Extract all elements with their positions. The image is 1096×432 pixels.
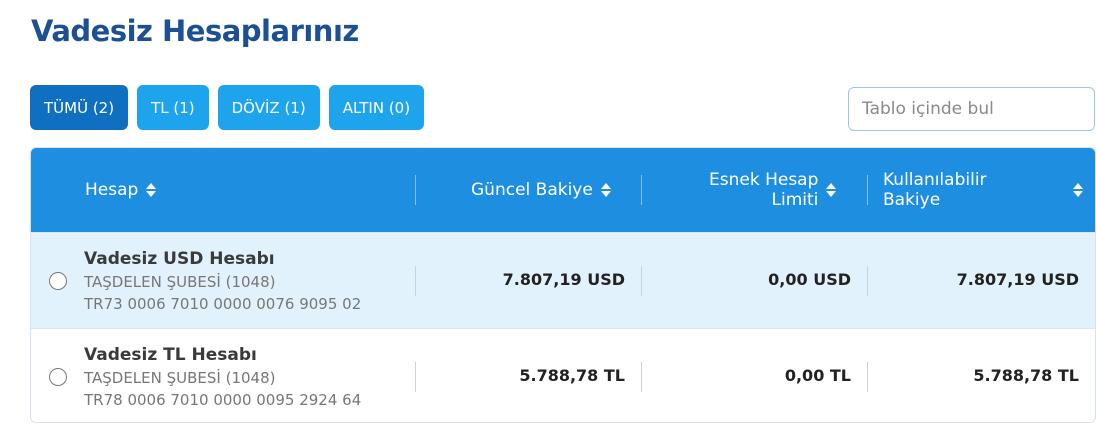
column-header-available-balance[interactable]: Kullanılabilir Bakiye xyxy=(883,148,1083,232)
table-row[interactable]: Vadesiz TL Hesabı TAŞDELEN ŞUBESİ (1048)… xyxy=(31,328,1095,422)
account-branch: TAŞDELEN ŞUBESİ (1048) xyxy=(84,273,276,291)
column-label-current-balance: Güncel Bakiye xyxy=(471,180,593,200)
cell-divider xyxy=(641,266,642,296)
filter-tabs: TÜMÜ (2) TL (1) DÖVİZ (1) ALTIN (0) xyxy=(30,85,425,130)
account-name: Vadesiz USD Hesabı xyxy=(84,249,275,269)
filter-all-button[interactable]: TÜMÜ (2) xyxy=(30,85,129,130)
column-divider xyxy=(415,175,416,205)
account-iban: TR73 0006 7010 0000 0076 9095 02 xyxy=(84,295,362,313)
sort-icon xyxy=(600,183,611,197)
sort-icon xyxy=(146,183,157,197)
table-search-input[interactable] xyxy=(849,88,1094,130)
current-balance-value: 5.788,78 TL xyxy=(519,366,625,385)
column-label-available-line2: Bakiye xyxy=(883,190,941,210)
cell-divider xyxy=(415,362,416,392)
search-icon xyxy=(1094,99,1095,119)
sort-icon xyxy=(1073,183,1083,197)
flex-limit-value: 0,00 USD xyxy=(768,270,851,289)
cell-divider xyxy=(867,362,868,392)
table-search xyxy=(848,87,1095,131)
column-header-current-balance[interactable]: Güncel Bakiye xyxy=(471,148,611,232)
current-balance-value: 7.807,19 USD xyxy=(502,270,625,289)
available-balance-value: 5.788,78 TL xyxy=(973,366,1079,385)
table-row[interactable]: Vadesiz USD Hesabı TAŞDELEN ŞUBESİ (1048… xyxy=(31,232,1095,328)
search-button[interactable] xyxy=(1094,88,1095,130)
row-select-radio[interactable] xyxy=(49,368,67,386)
cell-divider xyxy=(641,362,642,392)
filter-gold-button[interactable]: ALTIN (0) xyxy=(328,85,425,130)
column-divider xyxy=(641,175,642,205)
table-header: Hesap Güncel Bakiye Esnek Hesap Limiti K… xyxy=(31,148,1095,232)
column-header-flex-limit[interactable]: Esnek Hesap Limiti xyxy=(709,148,837,232)
flex-limit-value: 0,00 TL xyxy=(784,366,851,385)
available-balance-value: 7.807,19 USD xyxy=(956,270,1079,289)
accounts-table: Hesap Güncel Bakiye Esnek Hesap Limiti K… xyxy=(30,147,1096,423)
column-label-flex-limit-line2: Limiti xyxy=(771,190,819,210)
column-header-account[interactable]: Hesap xyxy=(85,148,157,232)
account-branch: TAŞDELEN ŞUBESİ (1048) xyxy=(84,369,276,387)
cell-divider xyxy=(415,266,416,296)
cell-divider xyxy=(867,266,868,296)
column-label-flex-limit-line1: Esnek Hesap xyxy=(709,170,819,190)
column-label-available-line1: Kullanılabilir xyxy=(883,170,987,190)
filter-tl-button[interactable]: TL (1) xyxy=(137,85,209,130)
column-label-account: Hesap xyxy=(85,180,139,200)
account-name: Vadesiz TL Hesabı xyxy=(84,345,257,365)
row-select-radio[interactable] xyxy=(49,272,67,290)
account-iban: TR78 0006 7010 0000 0095 2924 64 xyxy=(84,391,362,409)
page-title: Vadesiz Hesaplarınız xyxy=(31,14,359,48)
column-divider xyxy=(867,175,868,205)
sort-icon xyxy=(826,183,837,197)
filter-foreign-currency-button[interactable]: DÖVİZ (1) xyxy=(217,85,320,130)
